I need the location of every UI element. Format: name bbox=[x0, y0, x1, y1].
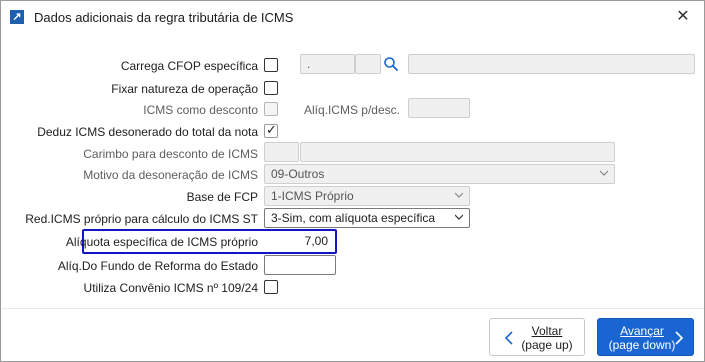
chevron-down-icon bbox=[455, 192, 463, 198]
cfop-code-field-2[interactable] bbox=[355, 54, 381, 74]
label-carrega-cfop: Carrega CFOP específica bbox=[120, 59, 258, 73]
label-convenio: Utiliza Convênio ICMS nº 109/24 bbox=[83, 281, 258, 295]
carrega-cfop-checkbox[interactable] bbox=[264, 58, 278, 72]
label-motivo: Motivo da desoneração de ICMS bbox=[83, 168, 258, 182]
next-button-shortcut: (page down) bbox=[608, 338, 676, 352]
cfop-code-field[interactable]: . bbox=[300, 54, 355, 74]
red-icms-value: 3-Sim, com alíquota específica bbox=[271, 211, 436, 225]
base-fcp-value: 1-ICMS Próprio bbox=[271, 189, 354, 203]
icms-desconto-checkbox[interactable] bbox=[264, 102, 278, 116]
footer-divider bbox=[2, 308, 704, 309]
motivo-value: 09-Outros bbox=[271, 167, 325, 181]
label-aliq-icms-desc: Alíq.ICMS p/desc. bbox=[303, 103, 400, 117]
dialog-title: Dados adicionais da regra tributária de … bbox=[34, 10, 294, 25]
aliq-fundo-field[interactable] bbox=[264, 255, 336, 275]
label-fixar-natureza: Fixar natureza de operação bbox=[111, 82, 258, 96]
aliq-icms-desc-field[interactable] bbox=[408, 98, 470, 118]
back-button[interactable]: Voltar (page up) bbox=[489, 318, 585, 356]
chevron-down-icon bbox=[600, 170, 608, 176]
app-icon: ↗ bbox=[10, 10, 24, 24]
label-aliq-fundo: Alíq.Do Fundo de Reforma do Estado bbox=[57, 259, 258, 273]
deduz-icms-checkbox[interactable]: ✓ bbox=[264, 122, 278, 138]
chevron-down-icon bbox=[455, 214, 463, 220]
convenio-checkbox[interactable] bbox=[264, 280, 278, 294]
label-base-fcp: Base de FCP bbox=[186, 190, 258, 204]
cfop-description-field bbox=[408, 54, 695, 74]
fixar-natureza-checkbox[interactable] bbox=[264, 81, 278, 95]
motivo-select[interactable]: 09-Outros bbox=[264, 164, 615, 184]
base-fcp-select[interactable]: 1-ICMS Próprio bbox=[264, 186, 470, 206]
title-bar: ↗ Dados adicionais da regra tributária d… bbox=[1, 1, 704, 35]
red-icms-select[interactable]: 3-Sim, com alíquota específica bbox=[264, 208, 470, 228]
chevron-left-icon bbox=[504, 331, 513, 345]
next-button[interactable]: Avançar (page down) bbox=[597, 318, 694, 356]
checkmark-icon: ✓ bbox=[266, 122, 277, 137]
label-carimbo: Carimbo para desconto de ICMS bbox=[83, 147, 258, 161]
label-icms-desconto: ICMS como desconto bbox=[143, 103, 258, 117]
aliquota-especifica-field[interactable]: 7,00 bbox=[264, 232, 334, 252]
carimbo-code-field[interactable] bbox=[264, 142, 299, 162]
chevron-right-icon bbox=[675, 331, 684, 345]
dialog-window: ↗ Dados adicionais da regra tributária d… bbox=[0, 0, 705, 362]
label-red-icms: Red.ICMS próprio para cálculo do ICMS ST bbox=[25, 212, 258, 226]
label-aliquota-especifica: Alíquota específica de ICMS próprio bbox=[65, 235, 258, 249]
close-icon[interactable]: ✕ bbox=[669, 5, 697, 29]
back-button-label: Voltar bbox=[531, 324, 563, 338]
back-button-shortcut: (page up) bbox=[521, 338, 573, 352]
search-icon[interactable] bbox=[383, 56, 399, 72]
label-deduz-icms: Deduz ICMS desonerado do total da nota bbox=[37, 125, 258, 139]
carimbo-description-field bbox=[300, 142, 615, 162]
next-button-label: Avançar bbox=[620, 324, 664, 338]
